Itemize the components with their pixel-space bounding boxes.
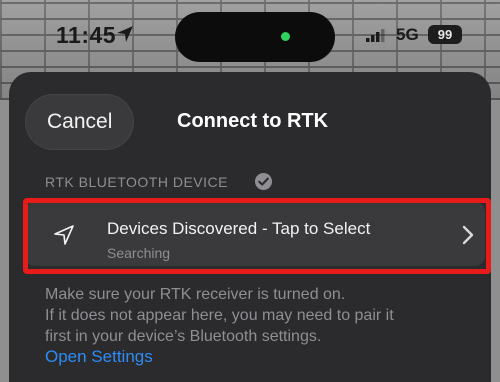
help-line: Make sure your RTK receiver is turned on… <box>45 286 346 303</box>
help-line: first in your device’s Bluetooth setting… <box>45 328 322 345</box>
device-row-subtitle: Searching <box>107 245 171 261</box>
signal-icon <box>366 29 385 42</box>
camera-indicator-dot <box>281 32 290 41</box>
device-discovery-row[interactable]: Devices Discovered - Tap to Select Searc… <box>25 202 485 266</box>
connect-sheet: Cancel Connect to RTK RTK BLUETOOTH DEVI… <box>9 72 491 382</box>
navigation-arrow-icon <box>54 225 74 245</box>
cancel-button[interactable]: Cancel <box>25 94 135 150</box>
status-time: 11:45 <box>56 22 117 48</box>
battery-badge: 99 <box>428 25 462 44</box>
location-arrow-icon <box>117 26 133 42</box>
section-header: RTK BLUETOOTH DEVICE <box>45 174 228 190</box>
device-row-title: Devices Discovered - Tap to Select <box>107 219 371 238</box>
verified-check-icon <box>254 172 273 191</box>
chevron-right-icon <box>462 225 474 245</box>
sheet-title: Connect to RTK <box>177 110 329 132</box>
open-settings-link[interactable]: Open Settings <box>45 347 153 367</box>
network-label: 5G <box>396 25 419 44</box>
help-line: If it does not appear here, you may need… <box>45 307 394 324</box>
help-text: Make sure your RTK receiver is turned on… <box>45 284 465 347</box>
dynamic-island <box>175 12 335 62</box>
status-bar: 11:45 5G 99 <box>0 0 500 70</box>
